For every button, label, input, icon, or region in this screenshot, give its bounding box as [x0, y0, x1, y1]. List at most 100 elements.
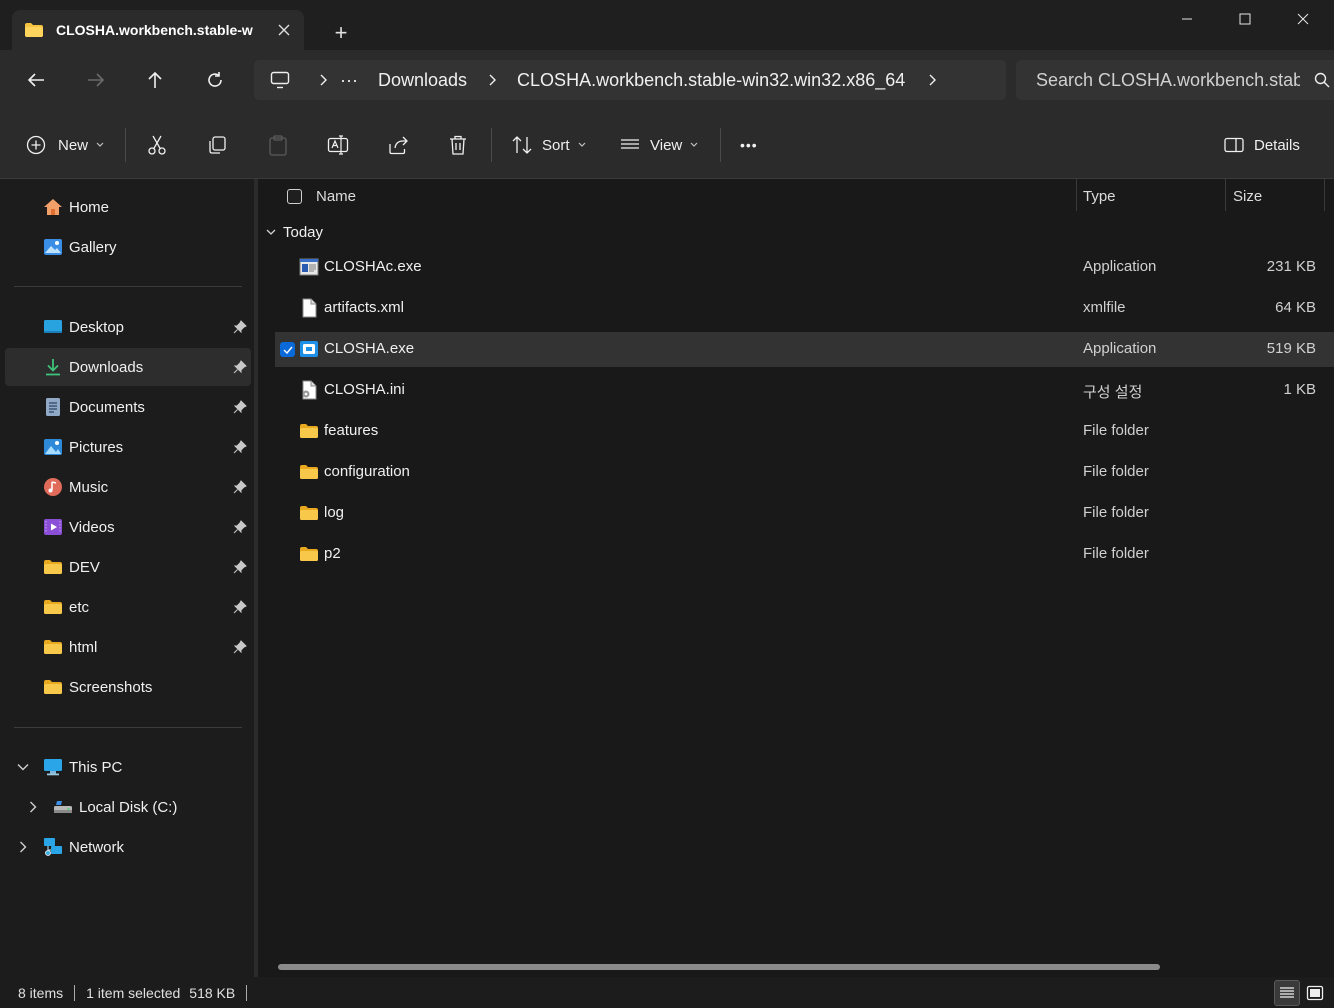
select-all-checkbox[interactable] — [287, 179, 302, 213]
column-header-size[interactable]: Size — [1233, 179, 1323, 213]
pin-icon[interactable] — [233, 400, 247, 414]
refresh-button[interactable] — [197, 62, 233, 98]
column-divider[interactable] — [1076, 179, 1077, 211]
sidebar-divider — [14, 727, 242, 728]
folder-icon — [44, 600, 62, 614]
chevron-down-icon — [96, 142, 104, 147]
sidebar-item-videos[interactable]: Videos — [5, 508, 251, 546]
sort-button[interactable]: Sort — [511, 127, 586, 163]
breadcrumb-current-folder[interactable]: CLOSHA.workbench.stable-win32.win32.x86_… — [517, 70, 905, 91]
sidebar-item-downloads[interactable]: Downloads — [5, 348, 251, 386]
forward-button[interactable] — [78, 62, 114, 98]
breadcrumb-ellipsis[interactable]: ··· — [340, 70, 358, 91]
breadcrumb-downloads[interactable]: Downloads — [378, 70, 467, 91]
group-header-today[interactable]: Today — [266, 221, 323, 243]
maximize-button[interactable] — [1216, 0, 1274, 38]
file-size: 64 KB — [1275, 299, 1316, 316]
arrow-right-icon — [88, 73, 105, 87]
column-header-name[interactable]: Name — [316, 179, 1076, 213]
status-divider — [246, 984, 248, 1001]
copy-button[interactable] — [207, 127, 227, 163]
minimize-button[interactable] — [1158, 0, 1216, 38]
file-row[interactable]: CLOSHA.ini 구성 설정 1 KB — [275, 373, 1334, 408]
tiles-view-icon — [1306, 985, 1324, 1001]
row-checkbox-checked[interactable] — [280, 342, 295, 357]
details-button[interactable]: Details — [1224, 127, 1300, 163]
file-row[interactable]: p2 File folder — [275, 537, 1334, 572]
file-type: File folder — [1083, 504, 1149, 521]
sidebar-item-home[interactable]: Home — [5, 188, 251, 226]
refresh-icon — [208, 72, 222, 87]
address-bar[interactable]: ··· Downloads CLOSHA.workbench.stable-wi… — [254, 60, 1006, 100]
search-box[interactable]: Search CLOSHA.workbench.stab — [1016, 60, 1334, 100]
file-row-selected[interactable]: CLOSHA.exe Application 519 KB — [275, 332, 1334, 367]
file-row[interactable]: CLOSHAc.exe Application 231 KB — [275, 250, 1334, 285]
new-tab-button[interactable]: + — [326, 18, 356, 48]
sidebar-item-etc[interactable]: etc — [5, 588, 251, 626]
pin-icon[interactable] — [233, 520, 247, 534]
sidebar-item-desktop[interactable]: Desktop — [5, 308, 251, 346]
sidebar-item-gallery[interactable]: Gallery — [5, 228, 251, 266]
pin-icon[interactable] — [233, 360, 247, 374]
sidebar-item-local-disk[interactable]: Local Disk (C:) — [5, 788, 251, 826]
sidebar-item-this-pc[interactable]: This PC — [5, 748, 251, 786]
file-row[interactable]: artifacts.xml xmlfile 64 KB — [275, 291, 1334, 326]
horizontal-scrollbar[interactable] — [278, 964, 1160, 970]
toolbar-divider — [720, 128, 721, 162]
file-type: File folder — [1083, 545, 1149, 562]
sidebar-item-music[interactable]: Music — [5, 468, 251, 506]
back-button[interactable] — [18, 62, 54, 98]
file-row[interactable]: configuration File folder — [275, 455, 1334, 490]
breadcrumb-chevron-icon[interactable] — [917, 74, 947, 86]
share-button[interactable] — [388, 127, 410, 163]
documents-icon — [46, 398, 60, 416]
view-button[interactable]: View — [619, 127, 698, 163]
close-window-button[interactable] — [1274, 0, 1332, 38]
chevron-down-icon — [690, 142, 698, 147]
toolbar-divider — [125, 128, 126, 162]
file-type: 구성 설정 — [1083, 384, 1143, 401]
sidebar-item-documents[interactable]: Documents — [5, 388, 251, 426]
command-bar: New Sort View ••• Details — [0, 110, 1334, 179]
column-header-type[interactable]: Type — [1083, 179, 1223, 213]
chevron-right-icon[interactable] — [16, 840, 30, 854]
chevron-down-icon — [578, 142, 585, 147]
pin-icon[interactable] — [233, 560, 247, 574]
delete-button[interactable] — [448, 127, 468, 163]
sidebar-item-pictures[interactable]: Pictures — [5, 428, 251, 466]
breadcrumb-chevron-icon[interactable] — [477, 74, 507, 86]
scissors-icon — [148, 135, 166, 155]
pin-icon[interactable] — [233, 600, 247, 614]
pin-icon[interactable] — [233, 320, 247, 334]
paste-button[interactable] — [268, 127, 288, 163]
cut-button[interactable] — [146, 127, 168, 163]
more-options-button[interactable]: ••• — [740, 127, 758, 163]
sidebar-item-html[interactable]: html — [5, 628, 251, 666]
sidebar-item-dev[interactable]: DEV — [5, 548, 251, 586]
pin-icon[interactable] — [233, 480, 247, 494]
new-button[interactable]: New — [26, 127, 104, 163]
tab-close-icon[interactable] — [274, 20, 294, 40]
breadcrumb-chevron-icon[interactable] — [308, 74, 338, 86]
tiles-view-button[interactable] — [1302, 980, 1328, 1006]
column-divider[interactable] — [1225, 179, 1226, 211]
file-row[interactable]: log File folder — [275, 496, 1334, 531]
window-tab[interactable]: CLOSHA.workbench.stable-w — [12, 10, 304, 50]
maximize-icon — [1239, 13, 1251, 25]
file-type: File folder — [1083, 422, 1149, 439]
chevron-right-icon[interactable] — [26, 800, 40, 814]
this-pc-icon — [44, 759, 62, 776]
file-row[interactable]: features File folder — [275, 414, 1334, 449]
up-button[interactable] — [137, 62, 173, 98]
search-icon[interactable] — [1314, 72, 1330, 88]
details-view-button[interactable] — [1274, 980, 1300, 1006]
file-size: 519 KB — [1266, 340, 1316, 357]
sidebar-item-screenshots[interactable]: Screenshots — [5, 668, 251, 706]
chevron-down-icon[interactable] — [16, 760, 30, 774]
pin-icon[interactable] — [233, 440, 247, 454]
search-input[interactable]: Search CLOSHA.workbench.stab — [1036, 70, 1300, 91]
pin-icon[interactable] — [233, 640, 247, 654]
rename-button[interactable] — [327, 127, 349, 163]
column-divider[interactable] — [1324, 179, 1325, 211]
sidebar-item-network[interactable]: Network — [5, 828, 251, 866]
